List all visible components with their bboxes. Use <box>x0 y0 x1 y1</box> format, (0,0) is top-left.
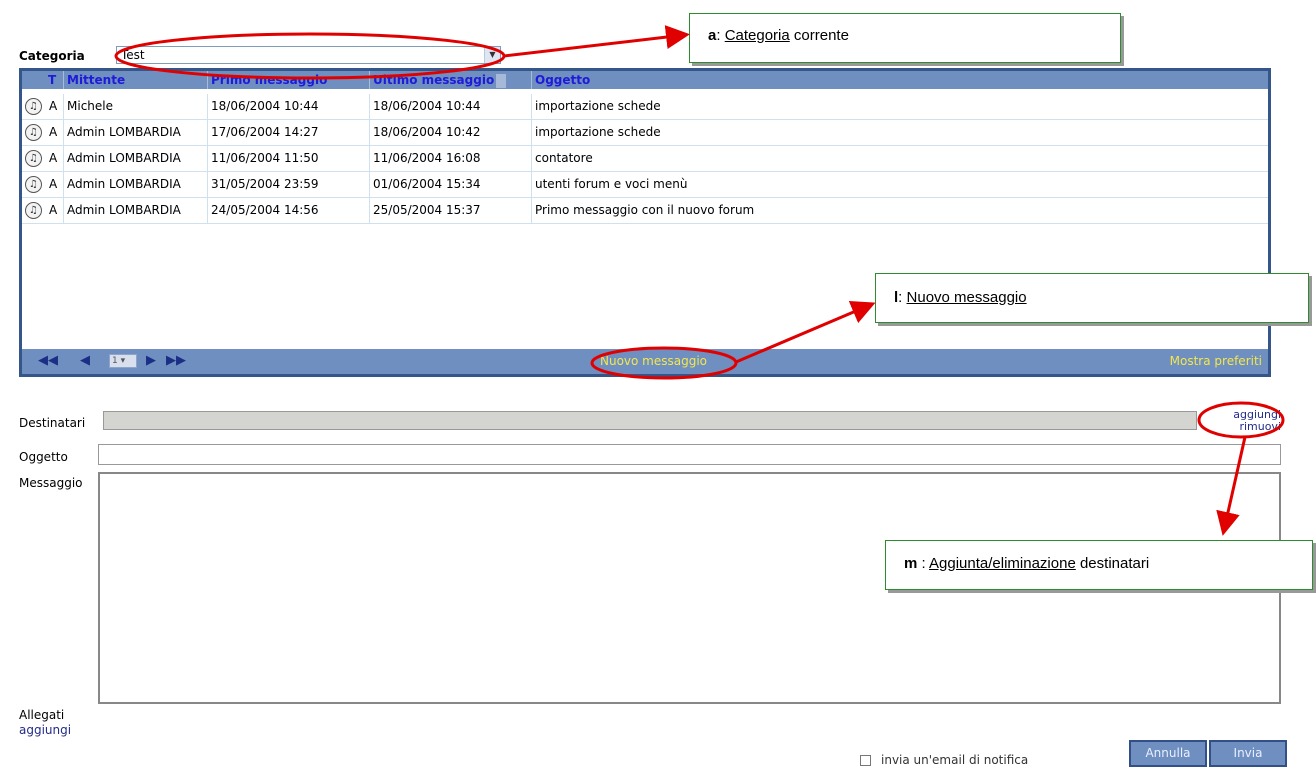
table-header: T Mittente Primo messaggio Ultimo messag… <box>22 71 1268 89</box>
column-header-ultimo-messaggio[interactable]: Ultimo messaggio <box>370 71 532 89</box>
row-type: A <box>46 172 64 197</box>
row-type: A <box>46 94 64 119</box>
last-page-icon[interactable]: ▶▶ <box>166 353 186 369</box>
notify-label: invia un'email di notifica <box>881 753 1029 767</box>
next-page-icon[interactable]: ▶ <box>146 353 156 369</box>
row-subject: utenti forum e voci menù <box>535 177 688 191</box>
row-sender: Admin LOMBARDIA <box>64 120 208 145</box>
row-subject: importazione schede <box>535 99 661 113</box>
table-row[interactable]: ♫ A Michele 18/06/2004 10:44 18/06/2004 … <box>22 94 1268 120</box>
row-sender: Admin LOMBARDIA <box>64 198 208 223</box>
subject-label: Oggetto <box>19 450 68 464</box>
table-row[interactable]: ♫ A Admin LOMBARDIA 24/05/2004 14:56 25/… <box>22 198 1268 224</box>
callout-l-sep: : <box>898 289 907 306</box>
row-sender: Admin LOMBARDIA <box>64 146 208 171</box>
row-first-date: 17/06/2004 14:27 <box>208 120 370 145</box>
row-last-date: 25/05/2004 15:37 <box>370 198 532 223</box>
callout-m-rest: destinatari <box>1075 555 1150 572</box>
row-sender: Admin LOMBARDIA <box>64 172 208 197</box>
row-first-date: 18/06/2004 10:44 <box>208 94 370 119</box>
show-favorites-link[interactable]: Mostra preferiti <box>1170 353 1262 369</box>
arrow-to-callout-a <box>503 25 690 58</box>
callout-a-rest: corrente <box>789 27 849 44</box>
bell-icon[interactable]: ♫ <box>25 176 42 193</box>
previous-page-icon[interactable]: ◀ <box>80 353 90 369</box>
row-first-date: 31/05/2004 23:59 <box>208 172 370 197</box>
cancel-button[interactable]: Annulla <box>1129 740 1207 767</box>
table-row[interactable]: ♫ A Admin LOMBARDIA 17/06/2004 14:27 18/… <box>22 120 1268 146</box>
table-row[interactable]: ♫ A Admin LOMBARDIA 31/05/2004 23:59 01/… <box>22 172 1268 198</box>
table-footer: ◀◀ ◀ 1 ▾ ▶ ▶▶ Nuovo messaggio Mostra pre… <box>22 349 1268 374</box>
row-last-date: 18/06/2004 10:44 <box>370 94 532 119</box>
sort-indicator-icon <box>496 73 507 88</box>
callout-l-term: Nuovo messaggio <box>906 289 1027 306</box>
row-last-date: 18/06/2004 10:42 <box>370 120 532 145</box>
row-subject: importazione schede <box>535 125 661 139</box>
row-subject: Primo messaggio con il nuovo forum <box>535 203 755 217</box>
category-label: Categoria <box>19 49 85 63</box>
category-label-text: Categoria <box>19 49 85 63</box>
remove-recipient-link[interactable]: rimuovi <box>1205 421 1281 433</box>
recipients-label: Destinatari <box>19 416 86 430</box>
send-button[interactable]: Invia <box>1209 740 1287 767</box>
bell-icon[interactable]: ♫ <box>25 124 42 141</box>
bell-icon[interactable]: ♫ <box>25 98 42 115</box>
row-sender: Michele <box>64 94 208 119</box>
row-type: A <box>46 120 64 145</box>
row-type: A <box>46 146 64 171</box>
row-last-date: 01/06/2004 15:34 <box>370 172 532 197</box>
message-table: T Mittente Primo messaggio Ultimo messag… <box>19 68 1271 377</box>
message-label: Messaggio <box>19 476 83 490</box>
callout-a-term: Categoria <box>724 27 790 44</box>
row-first-date: 24/05/2004 14:56 <box>208 198 370 223</box>
callout-m-key: m <box>904 555 918 572</box>
first-page-icon[interactable]: ◀◀ <box>38 353 58 369</box>
notify-checkbox[interactable] <box>860 755 871 766</box>
column-header-primo-messaggio[interactable]: Primo messaggio <box>208 71 370 89</box>
category-selected-value: Test <box>121 48 145 62</box>
column-header-mittente[interactable]: Mittente <box>64 71 208 89</box>
category-select[interactable]: Test ▼ <box>116 46 501 64</box>
column-header-t[interactable]: T <box>46 71 64 89</box>
bell-icon[interactable]: ♫ <box>25 202 42 219</box>
attachments-label: Allegati <box>19 708 65 722</box>
callout-m-sep: : <box>917 555 930 572</box>
page-select[interactable]: 1 ▾ <box>109 354 137 368</box>
row-type: A <box>46 198 64 223</box>
row-first-date: 11/06/2004 11:50 <box>208 146 370 171</box>
table-row[interactable]: ♫ A Admin LOMBARDIA 11/06/2004 11:50 11/… <box>22 146 1268 172</box>
bell-icon[interactable]: ♫ <box>25 150 42 167</box>
add-attachment-link[interactable]: aggiungi <box>19 724 71 736</box>
callout-l: l: Nuovo messaggio <box>875 273 1309 323</box>
callout-a-sep: : <box>716 27 725 44</box>
subject-input[interactable] <box>98 444 1281 465</box>
column-header-oggetto[interactable]: Oggetto <box>532 71 832 89</box>
callout-m: m : Aggiunta/eliminazione destinatari <box>885 540 1313 590</box>
dropdown-arrow-icon[interactable]: ▼ <box>484 47 500 63</box>
recipients-field[interactable] <box>103 411 1197 430</box>
new-message-link[interactable]: Nuovo messaggio <box>600 353 707 369</box>
callout-a: a: Categoria corrente <box>689 13 1121 63</box>
row-subject: contatore <box>535 151 593 165</box>
row-last-date: 11/06/2004 16:08 <box>370 146 532 171</box>
callout-m-term: Aggiunta/eliminazione <box>929 555 1076 572</box>
